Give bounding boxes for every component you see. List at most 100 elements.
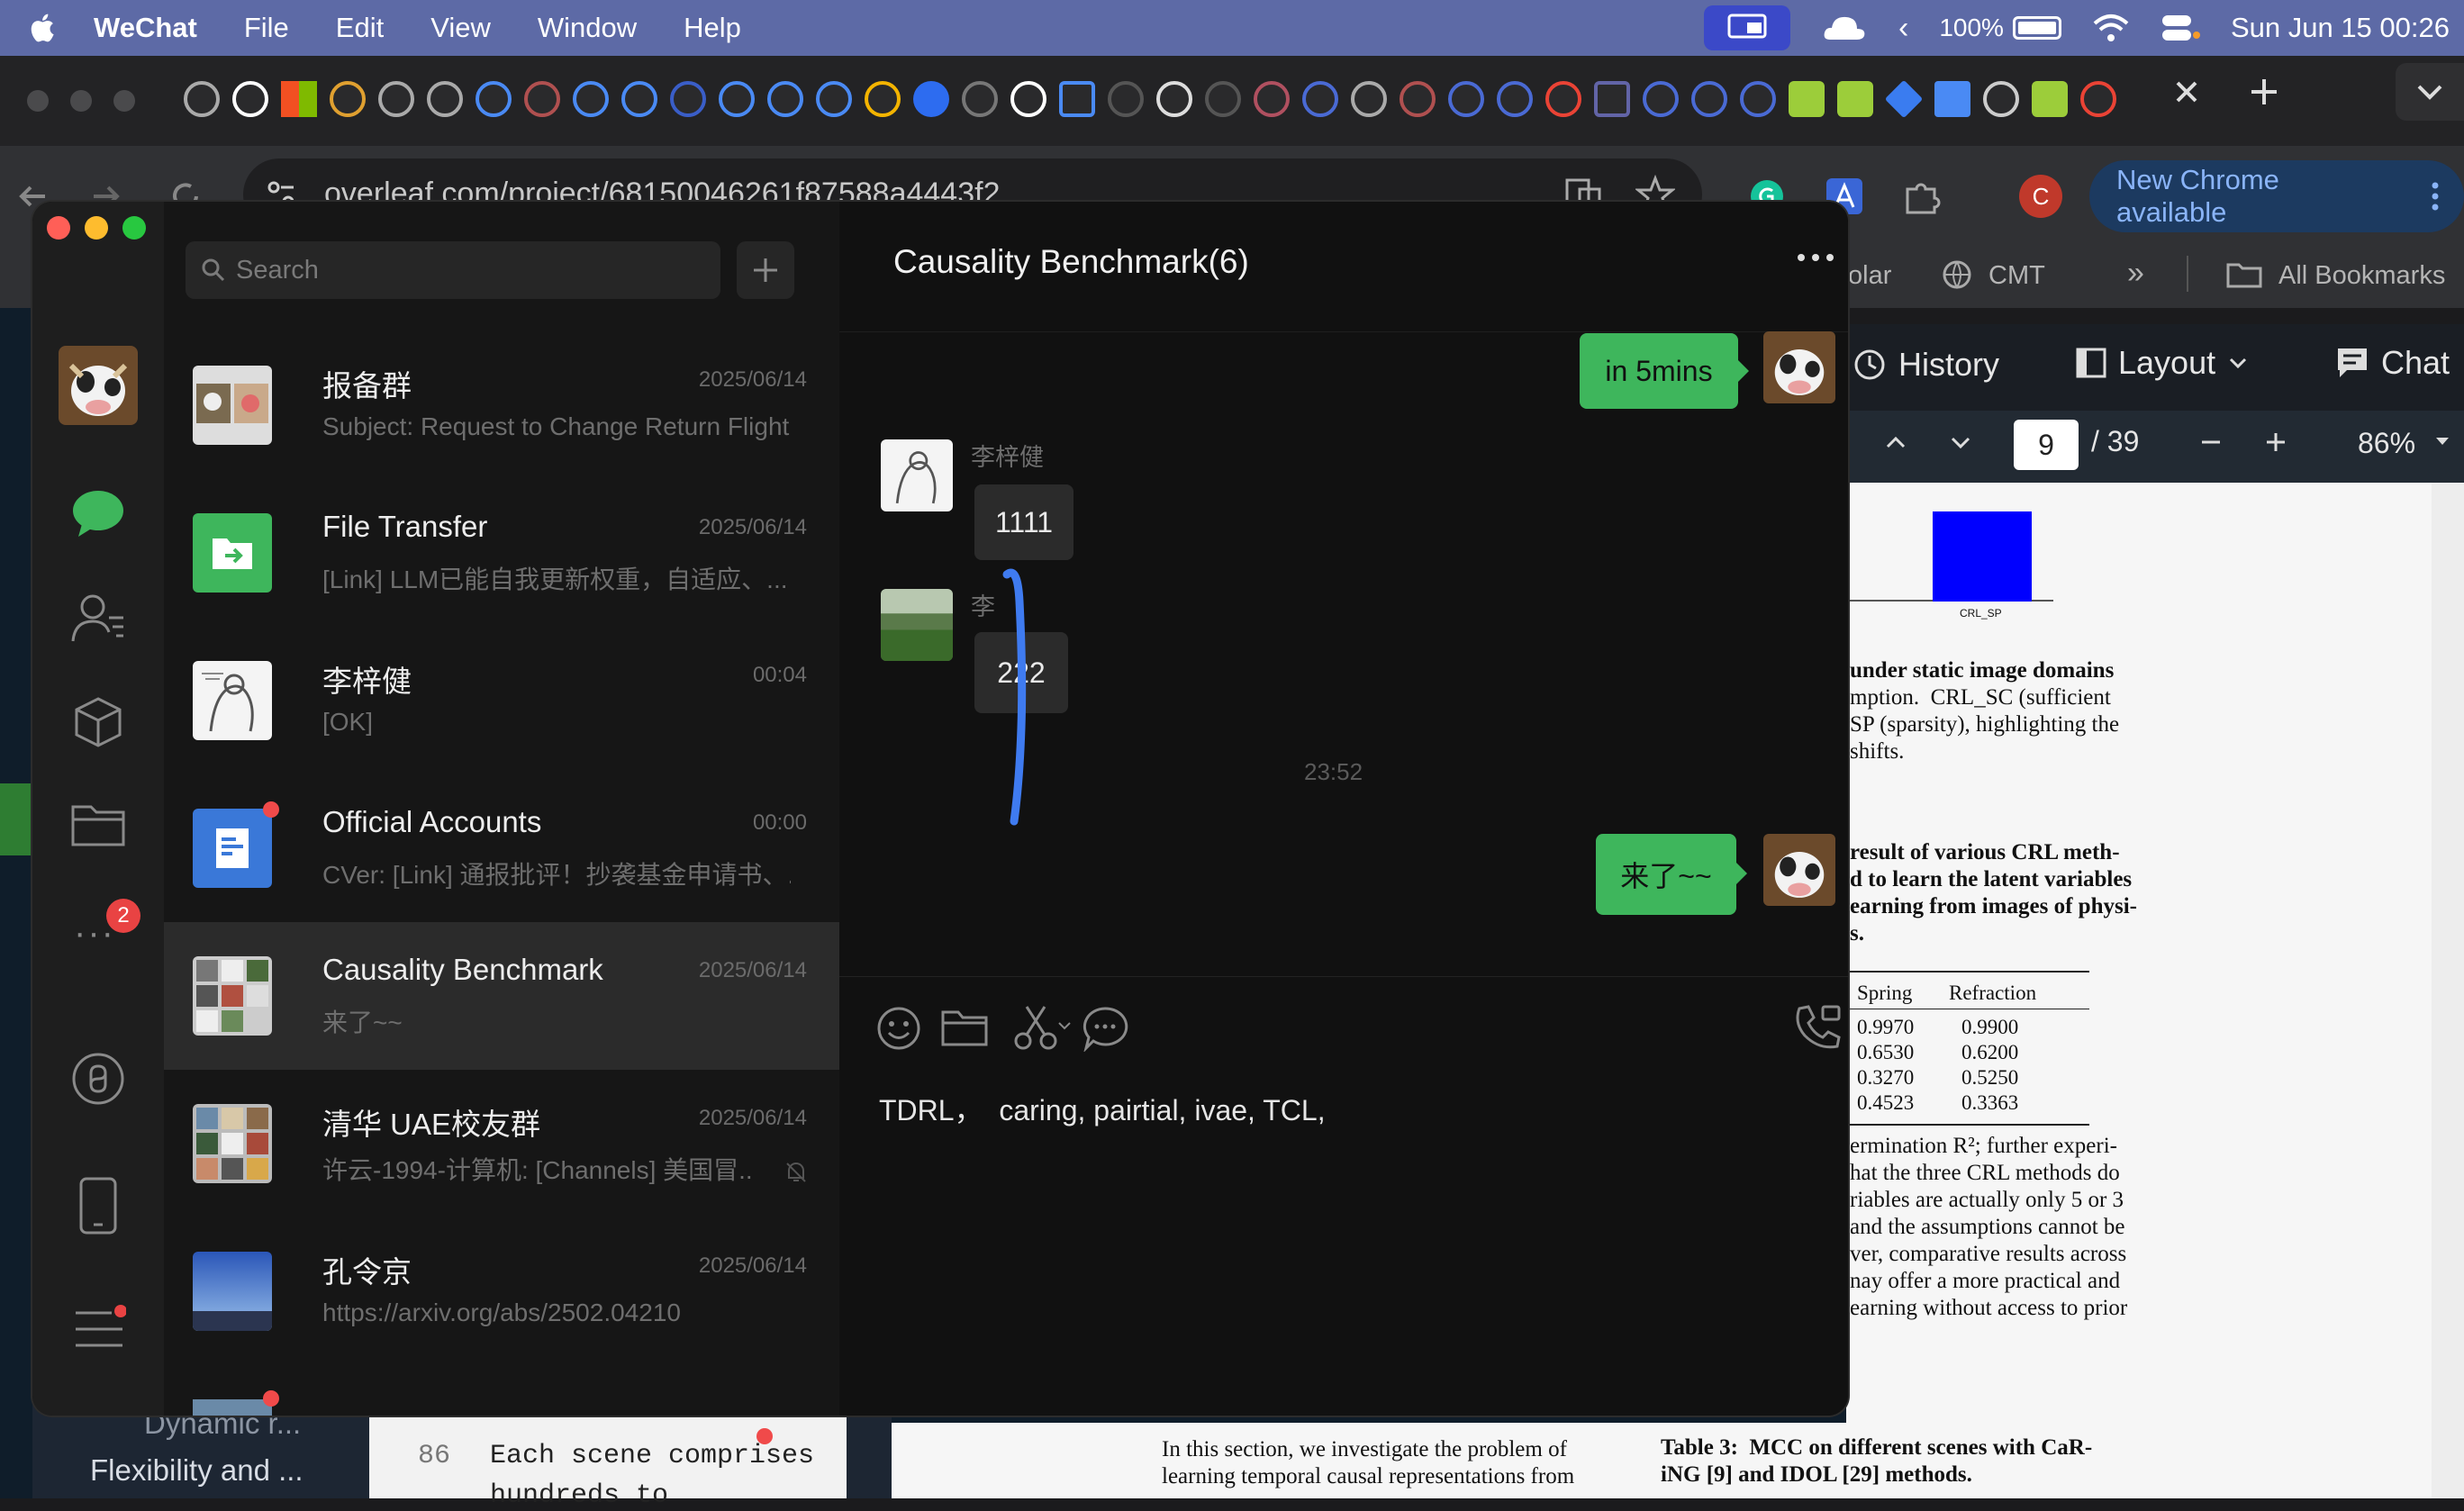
- emoji-icon[interactable]: [875, 1005, 922, 1056]
- zoom-out-icon[interactable]: [2197, 429, 2224, 460]
- conversation-item-selected[interactable]: Causality Benchmark 2025/06/14 来了~~: [164, 922, 839, 1070]
- tab-favicon-icon[interactable]: [1740, 81, 1776, 117]
- code-editor[interactable]: 86 Each scene comprises hundreds to: [369, 1405, 847, 1511]
- tab-favicon-icon[interactable]: [621, 81, 657, 117]
- tab-favicon-icon[interactable]: [232, 81, 268, 117]
- tab-favicon-icon[interactable]: [1302, 81, 1338, 117]
- google-drive-icon[interactable]: [865, 81, 901, 117]
- bookmark-scholar[interactable]: olar: [1848, 261, 1891, 291]
- sender-avatar[interactable]: [881, 439, 953, 511]
- zoom-level[interactable]: 86%: [2358, 427, 2415, 460]
- tab-favicon-icon[interactable]: [1254, 81, 1290, 117]
- zoom-dropdown-icon[interactable]: [2433, 432, 2451, 455]
- chats-icon[interactable]: [69, 488, 127, 543]
- more-bookmarks-icon[interactable]: »: [2127, 256, 2144, 291]
- calendar-icon[interactable]: [1934, 81, 1970, 117]
- conversation-item[interactable]: File Transfer 2025/06/14 [Link] LLM已能自我更…: [164, 479, 839, 627]
- chat-title[interactable]: Causality Benchmark(6): [893, 243, 1249, 281]
- tab-favicon-icon[interactable]: [962, 81, 998, 117]
- google-icon[interactable]: [1545, 81, 1581, 117]
- file-tree-item[interactable]: Flexibility and ...: [90, 1453, 303, 1488]
- apple-icon[interactable]: [25, 10, 61, 46]
- google-translate-icon[interactable]: [1059, 81, 1095, 117]
- message-bubble-mine[interactable]: 来了~~: [1596, 834, 1736, 915]
- tab-favicon-icon[interactable]: [330, 81, 366, 117]
- contacts-icon[interactable]: [69, 591, 127, 649]
- chat-button[interactable]: Chat: [2334, 344, 2450, 382]
- google-scholar-icon[interactable]: [476, 81, 512, 117]
- wifi-icon[interactable]: [2092, 13, 2130, 43]
- screenshot-scissors-icon[interactable]: [1012, 1003, 1075, 1056]
- message-input[interactable]: TDRL， caring, pairtial, ivae, TCL,: [879, 1088, 1326, 1129]
- github-icon[interactable]: [1156, 81, 1192, 117]
- window-close-button[interactable]: [47, 216, 70, 240]
- window-minimize-button[interactable]: [85, 216, 108, 240]
- menu-view[interactable]: View: [430, 12, 491, 44]
- tab-favicon-icon[interactable]: [1643, 81, 1679, 117]
- tab-favicon-icon[interactable]: [1351, 81, 1387, 117]
- message-bubble-mine[interactable]: in 5mins: [1580, 333, 1738, 409]
- chrome-menu-icon[interactable]: [2424, 176, 2446, 216]
- history-button[interactable]: History: [1852, 346, 1999, 384]
- tab-favicon-icon[interactable]: [1400, 81, 1436, 117]
- tab-favicon-icon[interactable]: [1497, 81, 1533, 117]
- tab-favicon-icon[interactable]: [573, 81, 609, 117]
- conversation-item[interactable]: 报备群 2025/06/14 Subject: Request to Chang…: [164, 331, 839, 479]
- tab-favicon-icon[interactable]: [767, 81, 803, 117]
- menu-help[interactable]: Help: [684, 12, 741, 44]
- new-tab-icon[interactable]: [2246, 74, 2282, 110]
- clock[interactable]: Sun Jun 15 00:26: [2231, 12, 2450, 44]
- google-icon[interactable]: [2080, 81, 2116, 117]
- window-zoom-dim[interactable]: [113, 90, 135, 112]
- cloud-icon[interactable]: [1821, 13, 1868, 43]
- conversation-item-partial[interactable]: [164, 1365, 839, 1416]
- menu-app-name[interactable]: WeChat: [94, 12, 197, 44]
- tab-favicon-icon[interactable]: [670, 81, 706, 117]
- prev-page-icon[interactable]: [1882, 429, 1909, 460]
- tab-close-icon[interactable]: [2169, 74, 2205, 110]
- chevron-left-icon[interactable]: ‹: [1898, 11, 1908, 46]
- tab-favicon-icon[interactable]: [1691, 81, 1727, 117]
- page-number-input[interactable]: 9: [2014, 420, 2079, 470]
- conversation-item[interactable]: 孔令京 2025/06/14 https://arxiv.org/abs/250…: [164, 1217, 839, 1365]
- editor-divider[interactable]: [847, 1416, 892, 1498]
- sender-avatar[interactable]: [881, 589, 953, 661]
- tab-favicon-icon[interactable]: [184, 81, 220, 117]
- start-group-chat-button[interactable]: [737, 241, 794, 299]
- call-icon[interactable]: [1792, 1003, 1843, 1056]
- my-message-avatar[interactable]: [1763, 834, 1835, 906]
- new-chrome-available-button[interactable]: New Chrome available: [2089, 160, 2464, 232]
- zoom-in-icon[interactable]: [2262, 429, 2289, 460]
- conversation-item[interactable]: Official Accounts 00:00 CVer: [Link] 通报批…: [164, 774, 839, 922]
- send-file-folder-icon[interactable]: [940, 1009, 989, 1053]
- teams-icon[interactable]: [1594, 81, 1630, 117]
- pdf-scroll-strip[interactable]: [2432, 483, 2464, 1498]
- mini-programs-icon[interactable]: [71, 1052, 125, 1110]
- profile-avatar-icon[interactable]: C: [2019, 175, 2062, 218]
- tab-favicon-icon[interactable]: [1983, 81, 2019, 117]
- tab-favicon-icon[interactable]: [1205, 81, 1241, 117]
- tab-favicon-icon[interactable]: [1108, 81, 1144, 117]
- microsoft-icon[interactable]: [281, 81, 317, 117]
- conversation-item[interactable]: 清华 UAE校友群 2025/06/14 许云-1994-计算机: [Chann…: [164, 1070, 839, 1217]
- bookmark-cmt[interactable]: CMT: [1988, 261, 2045, 291]
- my-avatar[interactable]: [59, 346, 138, 425]
- screen-share-icon[interactable]: [1704, 5, 1790, 50]
- battery-status[interactable]: 100%: [1939, 14, 2061, 42]
- chat-more-icon[interactable]: [1794, 249, 1837, 271]
- tab-favicon-icon[interactable]: [1010, 81, 1046, 117]
- tab-favicon-icon[interactable]: [1789, 81, 1825, 117]
- extensions-puzzle-icon[interactable]: [1902, 176, 1942, 216]
- conversation-item[interactable]: 李梓健 00:04 [OK]: [164, 627, 839, 774]
- window-close-dim[interactable]: [27, 90, 49, 112]
- message-bubble-other[interactable]: 1111: [974, 484, 1073, 560]
- zoom-icon[interactable]: [913, 81, 949, 117]
- tab-favicon-icon[interactable]: [524, 81, 560, 117]
- tab-favicon-icon[interactable]: [1837, 81, 1873, 117]
- tab-favicon-icon[interactable]: [378, 81, 414, 117]
- next-page-icon[interactable]: [1947, 429, 1974, 460]
- tab-favicon-icon[interactable]: [2032, 81, 2068, 117]
- tab-favicon-icon[interactable]: [1448, 81, 1484, 117]
- tab-search-icon[interactable]: [2396, 63, 2464, 121]
- editor-line[interactable]: Each scene comprises: [490, 1441, 814, 1471]
